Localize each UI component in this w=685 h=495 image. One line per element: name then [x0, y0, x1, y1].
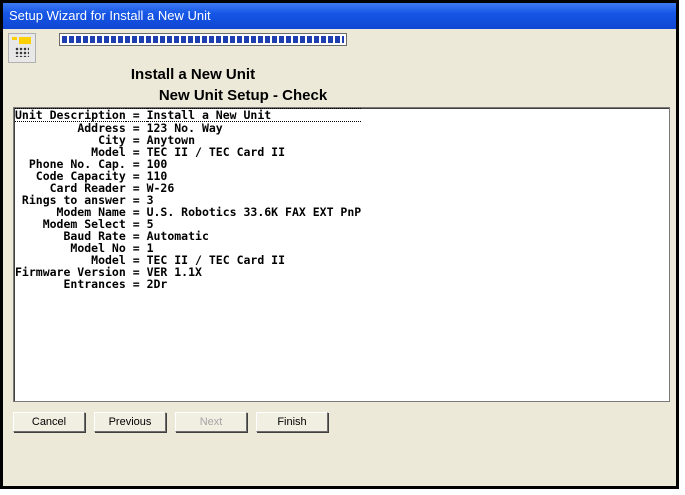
summary-value: VER 1.1X — [146, 265, 202, 279]
setup-wizard-window: Setup Wizard for Install a New Unit Inst… — [0, 0, 679, 489]
summary-row: Entrances = 2Dr — [15, 278, 361, 290]
progress-fill — [62, 36, 344, 43]
summary-label: Unit Description — [15, 108, 126, 122]
next-button: Next — [175, 412, 247, 432]
led-indicator — [12, 37, 17, 40]
summary-value: 100 — [146, 157, 168, 171]
title-bar[interactable]: Setup Wizard for Install a New Unit — [3, 3, 676, 29]
summary-row: Baud Rate = Automatic — [15, 230, 361, 242]
summary-table: Unit Description = Install a New Unit Add… — [15, 108, 362, 290]
summary-label: Entrances — [63, 277, 126, 291]
keypad-unit-icon — [8, 33, 36, 63]
finish-button[interactable]: Finish — [256, 412, 328, 432]
wizard-subheading: New Unit Setup - Check — [158, 87, 328, 104]
summary-value: 110 — [146, 169, 168, 183]
summary-value: U.S. Robotics 33.6K FAX EXT PnP — [146, 205, 362, 219]
summary-value: Automatic — [146, 229, 209, 243]
summary-value: 2Dr — [146, 277, 168, 291]
summary-separator: = — [125, 277, 147, 291]
summary-separator: = — [125, 108, 147, 122]
previous-button[interactable]: Previous — [94, 412, 166, 432]
wizard-progress-bar — [59, 33, 347, 46]
display-strip — [19, 37, 31, 44]
window-title: Setup Wizard for Install a New Unit — [9, 8, 211, 23]
summary-value: Install a New Unit — [146, 108, 362, 122]
summary-value: W-26 — [146, 181, 175, 195]
wizard-heading: Install a New Unit — [130, 66, 256, 83]
setup-summary-box[interactable]: Unit Description = Install a New Unit Add… — [13, 107, 670, 402]
keypad-dots — [15, 47, 29, 57]
summary-row: Unit Description = Install a New Unit — [15, 108, 362, 122]
cancel-button[interactable]: Cancel — [13, 412, 85, 432]
summary-value: TEC II / TEC Card II — [146, 145, 286, 159]
